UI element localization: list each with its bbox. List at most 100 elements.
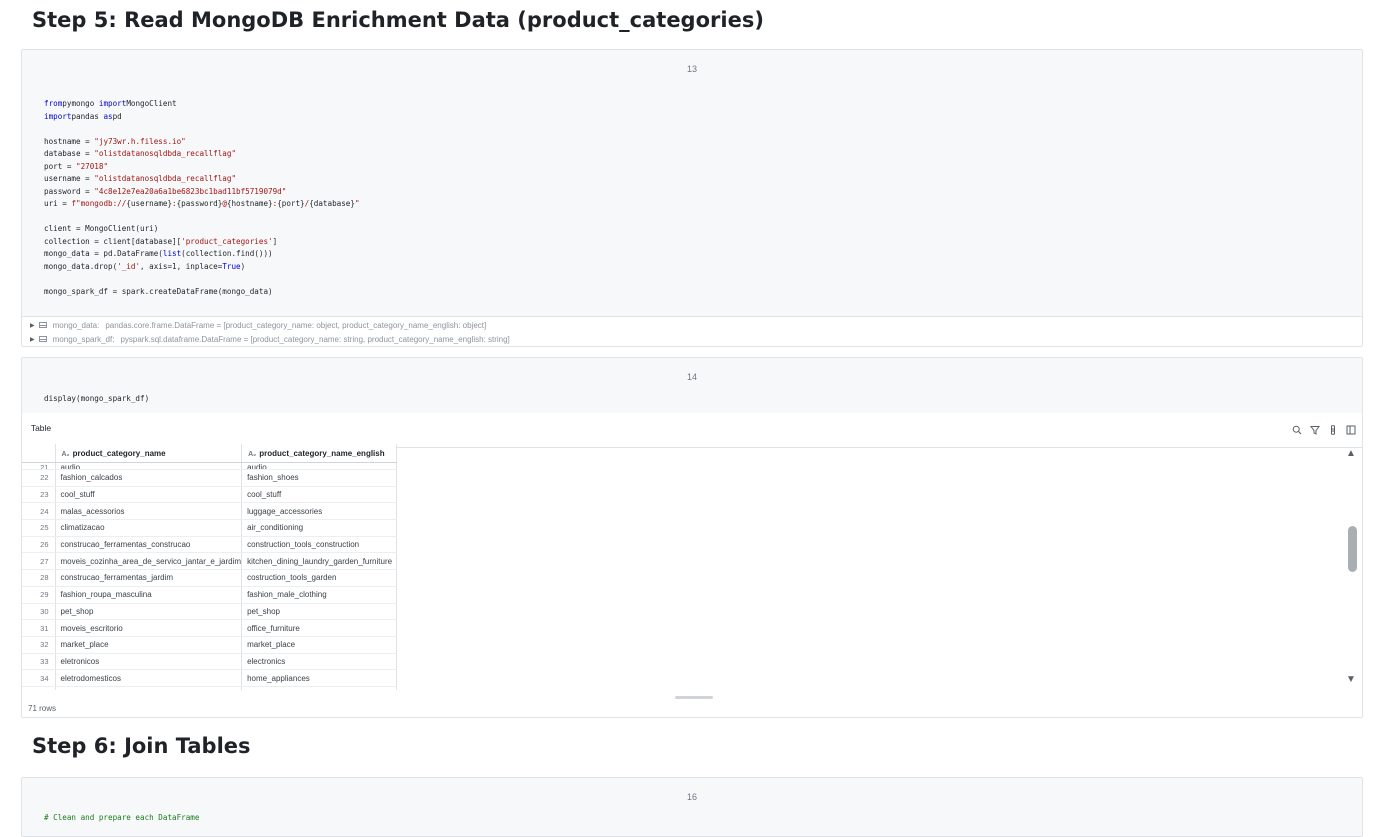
table-cell: cool_stuff [241,486,398,504]
filter-icon[interactable] [1310,425,1320,435]
string-type-icon: A₂ [61,450,70,458]
row-number: 27 [22,552,56,571]
column-header-product-category-name-english[interactable]: A₂ product_category_name_english [241,444,398,463]
code-editor[interactable]: # Clean and prepare each DataFrame [44,812,199,825]
code-token: ] [272,236,278,246]
table-cell: luggage_accessories [241,502,398,521]
row-number: 28 [22,569,56,587]
table-row[interactable]: 32 market_place market_place [22,636,398,654]
code-token: MongoClient [126,99,177,108]
table-icon [38,322,47,328]
table-row[interactable]: 31 moveis_escritorio office_furniture [22,619,398,637]
table-cell: fashion_male_clothing [241,586,398,604]
code-token: "olistdatanosqldbda_recallflag" [94,174,237,183]
table-row[interactable]: 25 climatizacao air_conditioning [22,519,398,537]
expand-triangle-icon[interactable]: ▶ [30,322,35,329]
sidebar-panel-icon[interactable] [1346,425,1356,435]
table-cell: cool_stuff [55,486,243,504]
code-token: password = [44,186,95,196]
search-icon[interactable] [1292,425,1302,435]
code-token: port = [44,161,77,171]
row-number: 35 [22,686,56,690]
column-settings-icon[interactable] [1328,425,1338,435]
table-cell: construcao_ferramentas_jardim [55,569,243,587]
code-token: database = [44,149,95,158]
table-header-row: A₂ product_category_name A₂ product_catego… [22,444,398,463]
cell-number: 13 [686,64,697,74]
code-token: pymongo [62,99,99,108]
horizontal-scrollbar[interactable] [675,696,713,699]
tab-table[interactable]: Table [22,413,60,448]
table-cell: audio [55,462,243,470]
cell-number: 14 [686,372,697,382]
scrollbar-thumb[interactable] [1348,526,1357,572]
code-token: {database} [309,199,355,208]
table-row[interactable]: 23 cool_stuff cool_stuff [22,486,398,504]
table-icon [38,336,47,342]
table-cell: climatizacao [55,519,243,537]
code-token: display(mongo_spark_df) [44,394,150,403]
code-token: mongo_data.drop( [44,261,118,271]
table-cell: office_furniture [241,619,398,637]
table-row[interactable]: 26 construcao_ferramentas_construcao const… [22,536,398,554]
table-row[interactable]: 34 eletrodomesticos home_appliances [22,669,398,687]
code-token: from [44,99,63,108]
table-row[interactable]: 28 construcao_ferramentas_jardim costructi… [22,569,398,587]
table-row[interactable]: 21 audio audio [22,462,398,470]
section-heading-step6: Step 6: Join Tables [32,734,251,758]
row-number: 31 [22,619,56,637]
section-heading-step5: Step 5: Read MongoDB Enrichment Data (pr… [32,8,764,32]
scroll-up-arrow-icon[interactable]: ▲ [1346,449,1356,459]
code-token: {password} [176,199,223,208]
output-variable-mongo-data[interactable]: ▶ mongo_data: pandas.core.frame.DataFram… [30,318,486,332]
table-row[interactable]: 29 fashion_roupa_masculina fashion_male_cl… [22,586,398,604]
table-output: Table A₂ product_category_name A₂ produc… [22,413,1362,717]
table-cell: fashion_calcados [55,469,243,487]
row-number: 33 [22,653,56,671]
code-token: {port} [277,199,305,208]
table-cell: market_place [241,636,398,654]
output-variable-mongo-spark-df[interactable]: ▶ mongo_spark_df: pyspark.sql.dataframe.… [30,332,510,346]
code-token: import [98,99,127,108]
code-token: username = [44,174,95,183]
notebook-cell-13[interactable]: 13 frompymongo importMongoClient importp… [21,49,1363,347]
table-cell: moveis_cozinha_area_de_servico_jantar_e_… [55,552,243,571]
code-token: "jy73wr.h.filess.io" [94,136,186,146]
notebook-cell-16[interactable]: 16 # Clean and prepare each DataFrame [21,777,1363,837]
table-row[interactable]: 33 eletronicos electronics [22,653,398,671]
data-grid[interactable]: A₂ product_category_name A₂ product_catego… [22,444,1342,690]
code-editor[interactable]: display(mongo_spark_df) [44,393,149,406]
table-cell: eletrodomesticos [55,669,243,687]
code-token: uri = [44,199,72,208]
table-cell: fashion_shoes [241,469,398,487]
table-cell: home_appliances [241,669,398,687]
row-number: 30 [22,603,56,621]
scroll-down-arrow-icon[interactable]: ▼ [1346,675,1356,685]
notebook-cell-14[interactable]: 14 display(mongo_spark_df) Table A₂ prod… [21,357,1363,718]
row-number: 32 [22,636,56,654]
code-token: pandas [71,111,104,121]
table-cell: market_place [55,636,243,654]
code-token: as [103,111,113,121]
code-token: "4c8e12e7ea20a6a1be6823bc1bad11bf5719079… [94,186,287,196]
table-row[interactable]: 27 moveis_cozinha_area_de_servico_jantar_… [22,552,398,571]
table-row[interactable]: 24 malas_acessorios luggage_accessories [22,502,398,521]
table-row[interactable]: 35artigos_de_festasparty_supplies [22,686,398,690]
table-cell: construcao_ferramentas_construcao [55,536,243,554]
table-cell: fashion_roupa_masculina [55,586,243,604]
code-token: collection = client[database][ [44,236,182,246]
table-cell: pet_shop [55,603,243,621]
code-editor[interactable]: frompymongo importMongoClient importpand… [44,98,360,298]
code-token: " [354,199,360,208]
column-header-product-category-name[interactable]: A₂ product_category_name [55,444,243,463]
expand-triangle-icon[interactable]: ▶ [30,336,35,343]
table-cell: malas_acessorios [55,502,243,521]
output-tab-bar: Table [22,413,1362,448]
table-row[interactable]: 30 pet_shop pet_shop [22,603,398,621]
code-token: f"mongodb:// [71,199,127,208]
table-cell: kitchen_dining_laundry_garden_furniture [241,552,398,571]
table-row[interactable]: 22 fashion_calcados fashion_shoes [22,469,398,487]
row-number: 22 [22,469,56,487]
vertical-scrollbar[interactable]: ▲ ▼ [1346,449,1358,685]
code-token: mongo_data = pd.DataFrame( [44,249,163,258]
